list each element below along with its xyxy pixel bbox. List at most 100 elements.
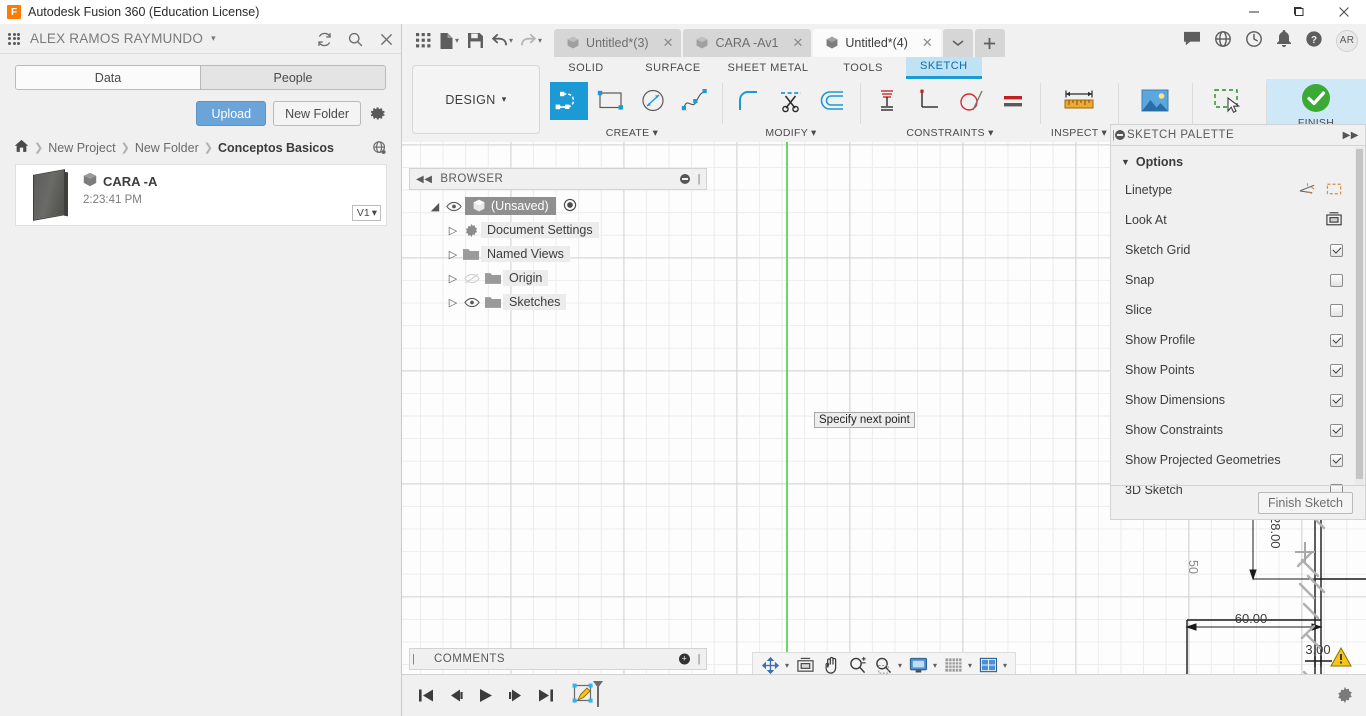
minimize-button[interactable] [1231,0,1276,24]
job-status-icon[interactable] [1245,30,1263,51]
options-caret-icon[interactable]: ▼ [1121,157,1130,167]
help-icon[interactable]: ? [1305,30,1323,51]
palette-row-snap[interactable]: Snap [1111,265,1365,295]
redo-caret[interactable]: ▾ [538,36,542,45]
redo-icon[interactable]: ▾ [518,28,544,54]
dimension-3-bottom[interactable]: 3.00 [1305,642,1330,657]
spline-tool-icon[interactable] [676,82,714,120]
orbit-caret-icon[interactable]: ▾ [785,661,789,670]
measure-icon[interactable] [1060,82,1098,120]
tree-node-unsaved[interactable]: ◢ (Unsaved) [409,194,707,218]
rectangle-tool-icon[interactable] [592,82,630,120]
tree-node-origin[interactable]: ▷ Origin [409,266,707,290]
dimension-60-bottom[interactable]: 60.00 [1235,611,1268,626]
browser-grip-handle[interactable]: | [698,173,701,185]
show-points-checkbox[interactable] [1330,363,1343,377]
show-dimensions-checkbox[interactable] [1330,393,1343,407]
play-icon[interactable] [476,686,496,706]
palette-row-slice[interactable]: Slice [1111,295,1365,325]
palette-expand-icon[interactable]: ▶▶ [1343,130,1359,141]
file-card[interactable]: CARA -A 2:23:41 PM V1 ▾ [15,164,387,226]
tangent-constraint-icon[interactable] [952,82,990,120]
snap-checkbox[interactable] [1330,273,1343,287]
palette-row-show-projected-geometries[interactable]: Show Projected Geometries [1111,445,1365,475]
line-tool-icon[interactable] [550,82,588,120]
dimension-28-left[interactable]: 28.00 [1268,516,1283,549]
tab-data[interactable]: Data [16,66,201,89]
refresh-icon[interactable] [316,31,333,48]
ribbon-group-caret-icon[interactable]: ▾ [811,127,817,139]
display-settings-caret-icon[interactable]: ▾ [933,661,937,670]
ribbon-tab-sheet-metal[interactable]: SHEET METAL [716,59,820,78]
slice-checkbox[interactable] [1330,303,1343,317]
app-grid-icon[interactable] [412,28,434,54]
ribbon-tab-tools[interactable]: TOOLS [820,59,906,78]
eye-icon[interactable] [461,297,483,308]
show-profile-checkbox[interactable] [1330,333,1343,347]
tree-expand-arrow[interactable]: ◢ [427,200,443,213]
doc-tab-close-icon[interactable]: ✕ [914,35,933,51]
ribbon-group-caret-icon[interactable]: ▾ [653,127,659,139]
skip-to-end-icon[interactable] [536,686,556,706]
globe-icon[interactable] [1214,30,1232,51]
show-constraints-checkbox[interactable] [1330,423,1343,437]
ribbon-tab-sketch[interactable]: SKETCH [906,57,982,79]
workspace-selector[interactable]: DESIGN ▾ [412,65,540,134]
skip-to-beginning-icon[interactable] [416,686,436,706]
palette-row-show-profile[interactable]: Show Profile [1111,325,1365,355]
version-badge[interactable]: V1 ▾ [351,205,381,221]
tree-node-named-views[interactable]: ▷ Named Views [409,242,707,266]
select-window-icon[interactable] [1210,82,1248,120]
ribbon-tab-surface[interactable]: SURFACE [630,59,716,78]
warning-icon[interactable] [1330,646,1352,670]
close-button[interactable] [1321,0,1366,24]
comment-icon[interactable] [1183,31,1201,50]
doc-tab-untitled-3[interactable]: Untitled*(3) ✕ [554,29,682,57]
options-section-header[interactable]: ▼ Options [1111,152,1365,175]
palette-scrollbar[interactable] [1355,147,1364,485]
grid-snaps-caret-icon[interactable]: ▾ [968,661,972,670]
home-icon[interactable] [14,139,29,156]
ribbon-tab-solid[interactable]: SOLID [542,59,630,78]
globe-icon[interactable] [372,140,388,159]
doc-tab-close-icon[interactable]: ✕ [784,35,803,51]
palette-row-show-dimensions[interactable]: Show Dimensions [1111,385,1365,415]
trim-icon[interactable] [772,82,810,120]
search-icon[interactable] [347,31,364,48]
zoom-window-caret-icon[interactable]: ▾ [898,661,902,670]
circle-tool-icon[interactable] [634,82,672,120]
construction-line-icon[interactable] [1299,182,1316,199]
palette-row-show-points[interactable]: Show Points [1111,355,1365,385]
tree-expand-arrow[interactable]: ▷ [445,224,461,237]
tab-people[interactable]: People [201,66,385,89]
look-at-icon[interactable] [1325,211,1343,230]
tab-list-dropdown-icon[interactable] [942,29,973,57]
palette-row-show-constraints[interactable]: Show Constraints [1111,415,1365,445]
undo-caret[interactable]: ▾ [509,36,513,45]
centerline-icon[interactable] [1326,182,1343,199]
palette-row-sketch-grid[interactable]: Sketch Grid [1111,235,1365,265]
doc-tab-untitled-4[interactable]: Untitled*(4) ✕ [813,29,941,57]
fix-constraint-icon[interactable] [868,82,906,120]
ribbon-group-caret-icon[interactable]: ▾ [988,127,994,139]
sketch-feature-icon[interactable] [572,680,606,711]
eye-hidden-icon[interactable] [461,273,483,284]
step-back-icon[interactable] [446,686,466,706]
ribbon-group-caret-icon[interactable]: ▾ [1102,127,1108,139]
fillet-icon[interactable] [730,82,768,120]
eye-icon[interactable] [443,201,465,212]
tree-expand-arrow[interactable]: ▷ [445,296,461,309]
insert-image-icon[interactable] [1136,82,1174,120]
avatar[interactable]: AR [1336,29,1358,52]
browser-minimize-icon[interactable] [680,174,690,184]
finish-sketch-check-icon[interactable] [1297,79,1335,117]
doc-tab-cara-av1[interactable]: CARA -Av1 ✕ [683,29,812,57]
palette-minimize-icon[interactable] [1115,130,1125,140]
new-tab-button[interactable] [974,29,1005,57]
comments-grip-right[interactable]: | [698,653,701,665]
show-projected-geometries-checkbox[interactable] [1330,453,1343,467]
equal-constraint-icon[interactable] [994,82,1032,120]
tree-node-sketches[interactable]: ▷ Sketches [409,290,707,314]
finish-sketch-button[interactable]: Finish Sketch [1257,491,1353,514]
step-forward-icon[interactable] [506,686,526,706]
